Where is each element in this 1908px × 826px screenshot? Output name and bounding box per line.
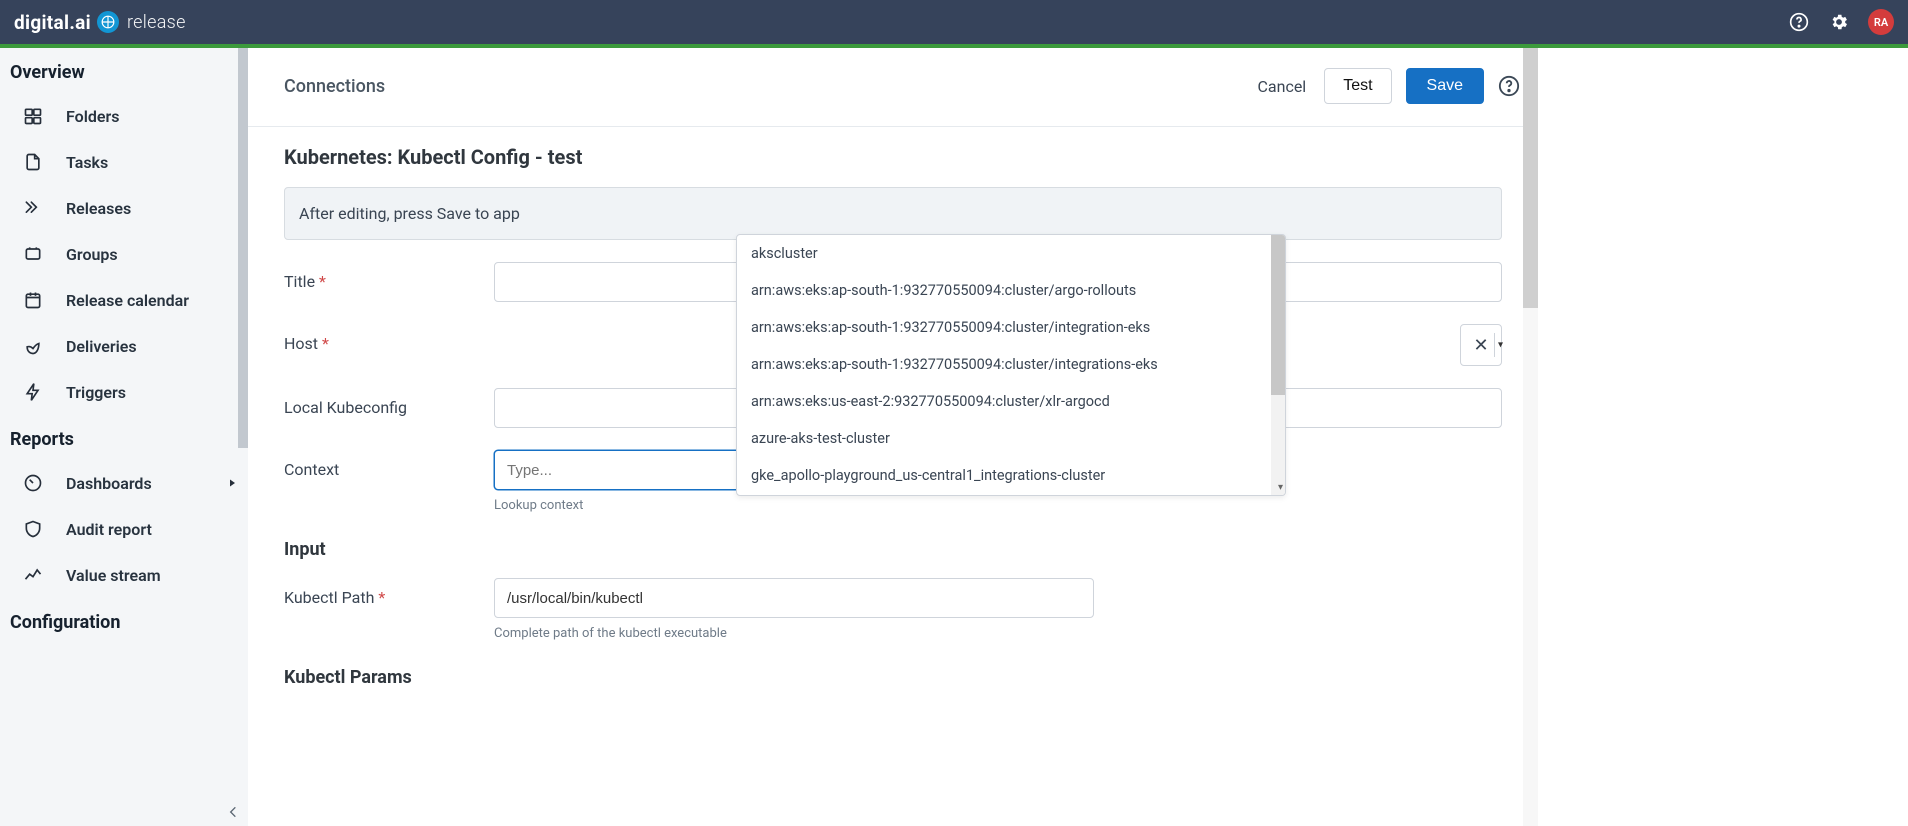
sidebar-item-label: Groups bbox=[66, 245, 118, 264]
sidebar-item-folders[interactable]: Folders bbox=[0, 93, 248, 139]
sidebar-scrollbar-thumb[interactable] bbox=[238, 48, 248, 448]
sidebar-item-dashboards[interactable]: Dashboards bbox=[0, 460, 248, 506]
context-helper: Lookup context bbox=[494, 498, 1094, 513]
sidebar-item-label: Audit report bbox=[66, 520, 152, 539]
page-title: Connections bbox=[284, 76, 385, 97]
sidebar-scrollbar[interactable] bbox=[238, 48, 248, 826]
save-button[interactable]: Save bbox=[1406, 68, 1484, 104]
section-input: Input bbox=[284, 539, 1502, 560]
help-icon[interactable] bbox=[1788, 11, 1810, 33]
sidebar-collapse-icon[interactable] bbox=[226, 804, 244, 822]
releases-icon bbox=[22, 197, 44, 219]
folders-icon bbox=[22, 105, 44, 127]
context-dropdown: aksclusterarn:aws:eks:ap-south-1:9327705… bbox=[736, 234, 1286, 496]
host-clear-button[interactable]: ✕ ▾ bbox=[1460, 324, 1502, 366]
context-option[interactable]: gke_apollo-playground_us-central1_integr… bbox=[737, 457, 1285, 494]
context-option[interactable]: arn:aws:eks:ap-south-1:932770550094:clus… bbox=[737, 346, 1285, 383]
context-option[interactable]: azure-aks-test-cluster bbox=[737, 420, 1285, 457]
sidebar-item-label: Dashboards bbox=[66, 474, 152, 493]
sidebar-item-tasks[interactable]: Tasks bbox=[0, 139, 248, 185]
kubectl-path-label: Kubectl Path* bbox=[284, 578, 494, 607]
brand-logo: digital.ai release bbox=[14, 11, 186, 34]
chevron-right-icon bbox=[226, 477, 238, 489]
sidebar-item-releases[interactable]: Releases bbox=[0, 185, 248, 231]
sidebar-item-label: Release calendar bbox=[66, 291, 189, 310]
context-option[interactable]: arn:aws:eks:ap-south-1:932770550094:clus… bbox=[737, 272, 1285, 309]
sidebar-item-value-stream[interactable]: Value stream bbox=[0, 552, 248, 598]
sidebar-item-label: Deliveries bbox=[66, 337, 137, 356]
title-label: Title* bbox=[284, 262, 494, 291]
top-bar: digital.ai release RA bbox=[0, 0, 1908, 44]
kubectl-path-helper: Complete path of the kubectl executable bbox=[494, 626, 1094, 641]
context-option[interactable]: arn:aws:eks:ap-south-1:932770550094:clus… bbox=[737, 309, 1285, 346]
host-label: Host* bbox=[284, 324, 494, 353]
sidebar-section-configuration: Configuration bbox=[0, 598, 248, 633]
info-banner: After editing, press Save to app bbox=[284, 187, 1502, 240]
sidebar-item-release-calendar[interactable]: Release calendar bbox=[0, 277, 248, 323]
sidebar-item-label: Value stream bbox=[66, 566, 161, 585]
sidebar-item-groups[interactable]: Groups bbox=[0, 231, 248, 277]
page-help-icon[interactable] bbox=[1498, 75, 1520, 97]
tasks-icon bbox=[22, 151, 44, 173]
brand-badge-icon bbox=[97, 11, 119, 33]
brand-name-2: release bbox=[127, 12, 186, 33]
cancel-button[interactable]: Cancel bbox=[1253, 69, 1310, 104]
sidebar-item-deliveries[interactable]: Deliveries bbox=[0, 323, 248, 369]
main-scrollbar[interactable] bbox=[1523, 48, 1538, 826]
sidebar-item-label: Folders bbox=[66, 107, 119, 126]
context-option[interactable]: kubernetes-admin@kubernetes bbox=[737, 494, 1285, 495]
section-kubectl-params: Kubectl Params bbox=[284, 667, 1502, 688]
sidebar-item-label: Tasks bbox=[66, 153, 108, 172]
triggers-icon bbox=[22, 381, 44, 403]
context-option[interactable]: arn:aws:eks:us-east-2:932770550094:clust… bbox=[737, 383, 1285, 420]
user-avatar[interactable]: RA bbox=[1868, 9, 1894, 35]
topbar-actions: RA bbox=[1788, 9, 1894, 35]
dropdown-scrollbar-thumb[interactable] bbox=[1271, 235, 1285, 395]
page-header: Connections Cancel Test Save bbox=[248, 48, 1538, 127]
groups-icon bbox=[22, 243, 44, 265]
chevron-down-icon: ▾ bbox=[1498, 340, 1503, 351]
content-column: Connections Cancel Test Save Kubernetes:… bbox=[248, 48, 1538, 826]
config-heading: Kubernetes: Kubectl Config - test bbox=[284, 145, 1502, 169]
calendar-icon bbox=[22, 289, 44, 311]
dashboards-icon bbox=[22, 472, 44, 494]
sidebar-item-triggers[interactable]: Triggers bbox=[0, 369, 248, 415]
main-scrollbar-thumb[interactable] bbox=[1523, 48, 1538, 308]
close-icon: ✕ bbox=[1473, 335, 1488, 356]
sidebar-section-overview: Overview bbox=[0, 48, 248, 93]
sidebar-item-label: Releases bbox=[66, 199, 131, 218]
sidebar: Overview Folders Tasks Releases Groups bbox=[0, 48, 248, 826]
chevron-down-icon[interactable]: ▾ bbox=[1278, 482, 1283, 493]
context-option[interactable]: akscluster bbox=[737, 235, 1285, 272]
sidebar-item-audit-report[interactable]: Audit report bbox=[0, 506, 248, 552]
brand-name-1: digital.ai bbox=[14, 11, 91, 34]
test-button[interactable]: Test bbox=[1324, 68, 1391, 104]
context-label: Context bbox=[284, 450, 494, 479]
local-kubeconfig-label: Local Kubeconfig bbox=[284, 388, 494, 417]
value-stream-icon bbox=[22, 564, 44, 586]
sidebar-item-label: Triggers bbox=[66, 383, 126, 402]
kubectl-path-input[interactable] bbox=[494, 578, 1094, 618]
shield-icon bbox=[22, 518, 44, 540]
dropdown-scrollbar[interactable]: ▾ bbox=[1271, 235, 1285, 495]
deliveries-icon bbox=[22, 335, 44, 357]
gear-icon[interactable] bbox=[1828, 11, 1850, 33]
sidebar-section-reports: Reports bbox=[0, 415, 248, 460]
context-dropdown-list: aksclusterarn:aws:eks:ap-south-1:9327705… bbox=[737, 235, 1285, 495]
